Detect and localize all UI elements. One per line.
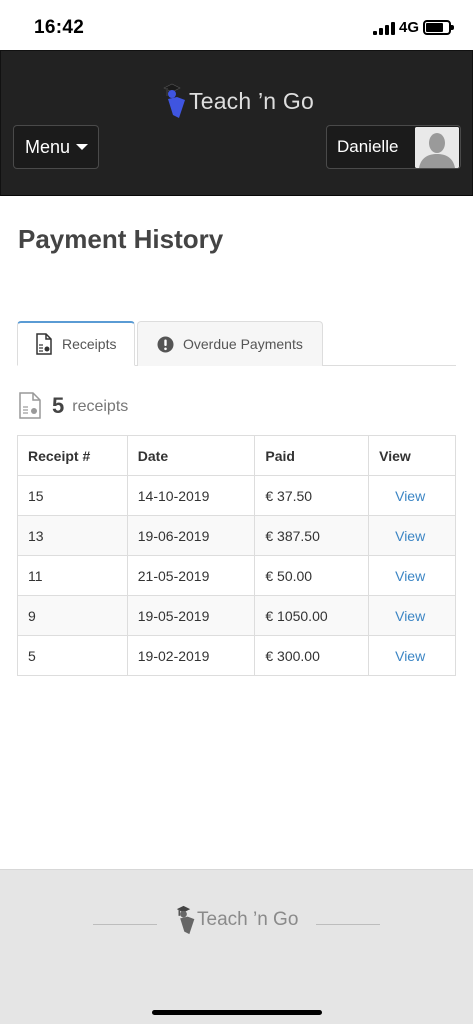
- date-cell: 19-05-2019: [126, 595, 256, 636]
- table-row: 11 21-05-2019 € 50.00 View: [17, 555, 456, 596]
- date-cell: 21-05-2019: [126, 555, 256, 596]
- view-receipt-link[interactable]: View: [368, 555, 456, 596]
- footer: Teach ’n Go: [0, 869, 473, 1024]
- receipt-number-cell: 9: [17, 595, 128, 636]
- date-cell: 19-02-2019: [126, 635, 256, 676]
- home-indicator: [152, 1010, 322, 1015]
- receipts-count-label: receipts: [72, 398, 129, 415]
- table-row: 13 19-06-2019 € 387.50 View: [17, 515, 456, 556]
- network-label: 4G: [399, 19, 420, 36]
- column-header-view: View: [368, 435, 456, 476]
- paid-cell: € 300.00: [254, 635, 370, 676]
- tab-overdue-payments[interactable]: Overdue Payments: [137, 321, 323, 366]
- view-receipt-link[interactable]: View: [368, 595, 456, 636]
- receipt-icon: [36, 333, 52, 355]
- person-silhouette-icon: [415, 127, 459, 168]
- footer-brand: Teach ’n Go: [197, 909, 299, 930]
- receipts-table: Receipt # Date Paid View 15 14-10-2019 €…: [17, 435, 456, 676]
- table-row: 15 14-10-2019 € 37.50 View: [17, 475, 456, 516]
- receipt-number-cell: 11: [17, 555, 128, 596]
- view-receipt-link[interactable]: View: [368, 475, 456, 516]
- column-header-receipt: Receipt #: [17, 435, 128, 476]
- paid-cell: € 50.00: [254, 555, 370, 596]
- user-menu-button[interactable]: Danielle: [326, 125, 461, 169]
- tab-receipts-label: Receipts: [62, 336, 117, 352]
- signal-icon: [373, 22, 395, 35]
- column-header-paid: Paid: [254, 435, 370, 476]
- view-receipt-link[interactable]: View: [368, 515, 456, 556]
- graduate-logo-icon: [163, 83, 185, 118]
- date-cell: 19-06-2019: [126, 515, 256, 556]
- receipt-number-cell: 5: [17, 635, 128, 676]
- paid-cell: € 387.50: [254, 515, 370, 556]
- app-logo[interactable]: Teach ’n Go: [163, 81, 314, 121]
- menu-label: Menu: [25, 136, 71, 157]
- user-name: Danielle: [337, 137, 399, 156]
- menu-button[interactable]: Menu: [13, 125, 99, 169]
- column-header-date: Date: [126, 435, 256, 476]
- receipts-count-number: 5: [52, 392, 65, 418]
- caret-down-icon: [76, 144, 89, 150]
- paid-cell: € 1050.00: [254, 595, 370, 636]
- view-receipt-link[interactable]: View: [368, 635, 456, 676]
- graduate-logo-icon: [176, 905, 195, 935]
- tab-overdue-label: Overdue Payments: [183, 336, 303, 352]
- receipts-count: 5 receipts: [18, 392, 128, 419]
- receipt-number-cell: 15: [17, 475, 128, 516]
- receipt-outline-icon: [19, 392, 41, 419]
- app-header: Teach ’n Go Menu Danielle: [0, 50, 473, 196]
- tab-bar: Receipts Overdue Payments: [17, 321, 456, 366]
- battery-icon: [423, 20, 454, 35]
- table-row: 5 19-02-2019 € 300.00 View: [17, 635, 456, 676]
- table-row: 9 19-05-2019 € 1050.00 View: [17, 595, 456, 636]
- paid-cell: € 37.50: [254, 475, 370, 516]
- status-bar: 16:42 4G: [0, 0, 473, 50]
- footer-divider: [93, 924, 157, 925]
- tab-receipts[interactable]: Receipts: [17, 321, 135, 366]
- avatar: [415, 127, 459, 168]
- alert-icon: [157, 336, 174, 352]
- footer-divider: [316, 924, 380, 925]
- receipt-number-cell: 13: [17, 515, 128, 556]
- footer-logo[interactable]: Teach ’n Go: [176, 904, 298, 936]
- page-title: Payment History: [18, 224, 224, 254]
- status-time: 16:42: [34, 17, 85, 38]
- table-header-row: Receipt # Date Paid View: [17, 435, 456, 476]
- app-name: Teach ’n Go: [189, 87, 314, 114]
- date-cell: 14-10-2019: [126, 475, 256, 516]
